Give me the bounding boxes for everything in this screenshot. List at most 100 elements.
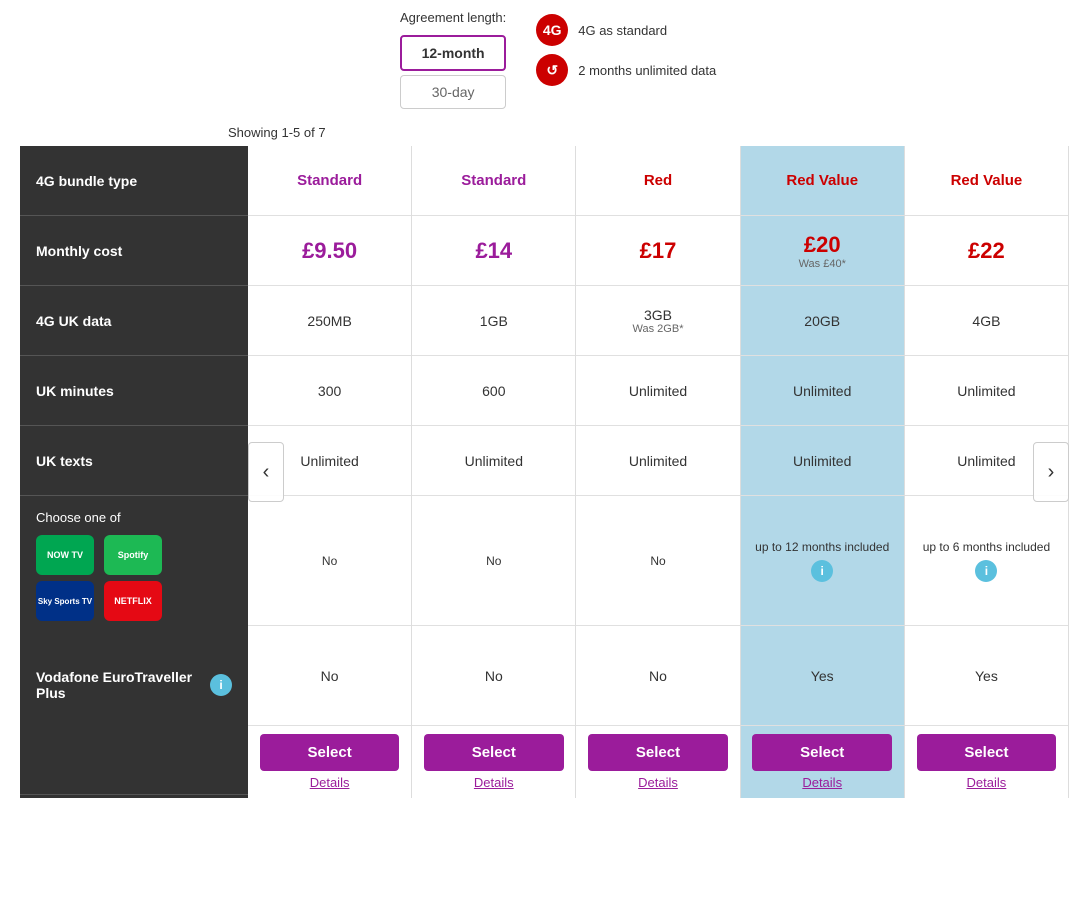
subscription-value-2: No <box>486 554 501 568</box>
minutes-value-2: 600 <box>482 383 505 399</box>
data-cell-3: 3GB Was 2GB* <box>576 286 739 356</box>
perk-unlimited: ↺ 2 months unlimited data <box>536 54 716 86</box>
details-link-2[interactable]: Details <box>474 775 514 790</box>
select-label-cell <box>20 735 248 795</box>
details-link-1[interactable]: Details <box>310 775 350 790</box>
euro-traveller-value-1: No <box>321 668 339 684</box>
texts-value-2: Unlimited <box>465 453 523 469</box>
data-value-2: 1GB <box>480 313 508 329</box>
perk-4g: 4G 4G as standard <box>536 14 716 46</box>
data-4g-label-cell: 4G UK data <box>20 286 248 356</box>
euro-traveller-cell-4: Yes <box>741 626 904 726</box>
data-col-3: Red £17 3GB Was 2GB* Unlimited Unlimited… <box>576 146 740 798</box>
subscription-value-1: No <box>322 554 337 568</box>
perks-block: 4G 4G as standard ↺ 2 months unlimited d… <box>536 10 716 86</box>
details-link-3[interactable]: Details <box>638 775 678 790</box>
select-button-1[interactable]: Select <box>260 734 400 771</box>
euro-traveller-value-3: No <box>649 668 667 684</box>
price-value-3: £17 <box>640 238 677 264</box>
app-icons-grid: NOW TV Spotify Sky Sports TV NETFLIX <box>36 535 166 621</box>
select-row-cell-4: Select Details <box>741 726 904 798</box>
monthly-cost-cell-4: £20 Was £40* <box>741 216 904 286</box>
next-arrow[interactable]: › <box>1033 442 1069 502</box>
euro-traveller-cell-3: No <box>576 626 739 726</box>
top-section: Agreement length: 12-month 30-day 4G 4G … <box>0 0 1089 119</box>
euro-traveller-label: Vodafone EuroTraveller Plus <box>36 669 202 701</box>
monthly-cost-cell-5: £22 <box>905 216 1068 286</box>
euro-traveller-cell-5: Yes <box>905 626 1068 726</box>
details-link-4[interactable]: Details <box>802 775 842 790</box>
select-button-5[interactable]: Select <box>917 734 1057 771</box>
choose-one-cell: Choose one of NOW TV Spotify Sky Sports … <box>20 496 248 635</box>
uk-minutes-label-cell: UK minutes <box>20 356 248 426</box>
monthly-cost-label: Monthly cost <box>36 243 122 259</box>
choose-one-title: Choose one of <box>36 510 232 525</box>
bundle-type-value-1: Standard <box>297 172 362 189</box>
minutes-value-4: Unlimited <box>793 383 851 399</box>
monthly-cost-cell-2: £14 <box>412 216 575 286</box>
select-row-cell-2: Select Details <box>412 726 575 798</box>
select-button-3[interactable]: Select <box>588 734 728 771</box>
euro-traveller-info-icon[interactable]: i <box>210 674 232 696</box>
price-value-2: £14 <box>475 238 512 264</box>
bundle-type-value-5: Red Value <box>951 172 1023 189</box>
subscription-cell-5: up to 6 months included i <box>905 496 1068 626</box>
price-value-5: £22 <box>968 238 1005 264</box>
monthly-cost-cell-1: £9.50 <box>248 216 411 286</box>
data-value-1: 250MB <box>307 313 351 329</box>
minutes-cell-3: Unlimited <box>576 356 739 426</box>
minutes-cell-2: 600 <box>412 356 575 426</box>
showing-text: Showing 1-5 of 7 <box>228 125 326 140</box>
labels-column: 4G bundle type Monthly cost 4G UK data U… <box>20 146 248 798</box>
select-row-cell-5: Select Details <box>905 726 1068 798</box>
texts-cell-3: Unlimited <box>576 426 739 496</box>
texts-value-5: Unlimited <box>957 453 1015 469</box>
euro-traveller-value-4: Yes <box>811 668 834 684</box>
bundle-type-value-3: Red <box>644 172 672 189</box>
texts-cell-4: Unlimited <box>741 426 904 496</box>
bundle-type-cell-2: Standard <box>412 146 575 216</box>
subscription-cell-4: up to 12 months included i <box>741 496 904 626</box>
data-value-4: 20GB <box>804 313 840 329</box>
page-wrapper: Agreement length: 12-month 30-day 4G 4G … <box>0 0 1089 912</box>
12-month-button[interactable]: 12-month <box>400 35 506 71</box>
subscription-value-4: up to 12 months included <box>755 540 889 554</box>
bundle-type-value-4: Red Value <box>786 172 858 189</box>
netflix-icon: NETFLIX <box>104 581 162 621</box>
subscription-cell-2: No <box>412 496 575 626</box>
sky-sports-icon: Sky Sports TV <box>36 581 94 621</box>
data-cell-4: 20GB <box>741 286 904 356</box>
minutes-cell-4: Unlimited <box>741 356 904 426</box>
texts-value-3: Unlimited <box>629 453 687 469</box>
agreement-block: Agreement length: 12-month 30-day <box>400 10 506 109</box>
euro-traveller-value-2: No <box>485 668 503 684</box>
comparison-area: 4G bundle type Monthly cost 4G UK data U… <box>20 146 1069 798</box>
subscription-value-5: up to 6 months included <box>923 540 1050 554</box>
subscription-info-icon-5[interactable]: i <box>975 560 997 582</box>
agreement-label: Agreement length: <box>400 10 506 25</box>
minutes-value-1: 300 <box>318 383 341 399</box>
euro-traveller-cell-2: No <box>412 626 575 726</box>
select-button-4[interactable]: Select <box>752 734 892 771</box>
euro-traveller-label-cell: Vodafone EuroTraveller Plus i <box>20 635 248 735</box>
bundle-type-label: 4G bundle type <box>36 173 137 189</box>
unlimited-icon: ↺ <box>536 54 568 86</box>
prev-arrow[interactable]: ‹ <box>248 442 284 502</box>
texts-value-4: Unlimited <box>793 453 851 469</box>
minutes-value-5: Unlimited <box>957 383 1015 399</box>
data-cell-2: 1GB <box>412 286 575 356</box>
bundle-type-cell-1: Standard <box>248 146 411 216</box>
data-col-4: Red Value £20 Was £40* 20GB Unlimited Un… <box>741 146 905 798</box>
subscription-info-icon-4[interactable]: i <box>811 560 833 582</box>
30-day-button[interactable]: 30-day <box>400 75 506 109</box>
select-button-2[interactable]: Select <box>424 734 564 771</box>
was-price-4: Was £40* <box>799 258 846 270</box>
bundle-type-value-2: Standard <box>461 172 526 189</box>
minutes-value-3: Unlimited <box>629 383 687 399</box>
data-value-5: 4GB <box>972 313 1000 329</box>
subscription-value-3: No <box>650 554 665 568</box>
subscription-cell-1: No <box>248 496 411 626</box>
uk-minutes-label: UK minutes <box>36 383 114 399</box>
details-link-5[interactable]: Details <box>967 775 1007 790</box>
euro-traveller-cell-1: No <box>248 626 411 726</box>
